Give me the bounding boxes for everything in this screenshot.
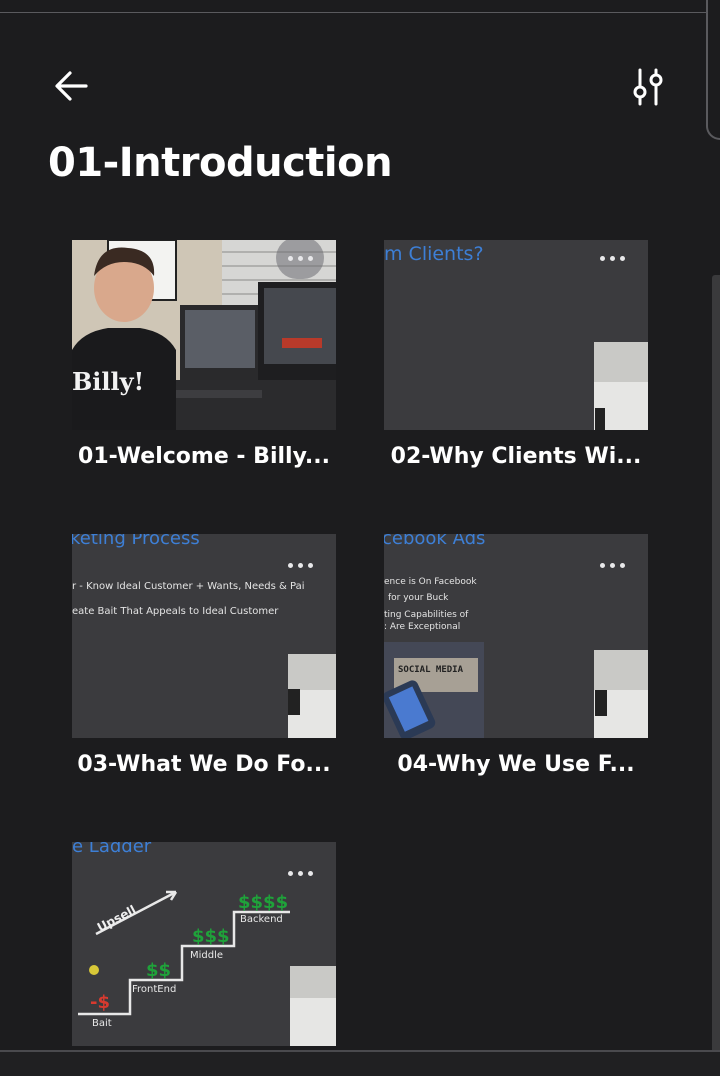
svg-text:for your Buck: for your Buck (388, 593, 449, 603)
back-button[interactable] (52, 66, 92, 106)
svg-text:Billy!: Billy! (72, 367, 144, 396)
video-card[interactable]: e Ladder Upsell -$ Bait $$ FrontEnd $$$ … (72, 842, 336, 1046)
svg-text:m Clients?: m Clients? (384, 243, 484, 265)
svg-text:-$: -$ (90, 992, 110, 1013)
top-divider (0, 12, 706, 13)
arrow-left-icon (55, 71, 88, 101)
svg-text:eate Bait That Appeals to Idea: eate Bait That Appeals to Ideal Customer (72, 606, 279, 617)
video-title[interactable]: 02-Why Clients Wi... (384, 444, 648, 469)
video-card[interactable]: cebook Ads ence is On Facebook for your … (384, 534, 648, 777)
filter-button[interactable] (626, 64, 670, 108)
svg-text:ting Capabilities of: ting Capabilities of (384, 610, 469, 620)
more-options-button[interactable] (276, 852, 324, 894)
more-options-button[interactable] (588, 240, 636, 279)
svg-text:e Ladder: e Ladder (72, 842, 152, 857)
more-horizontal-icon (287, 870, 313, 876)
sliders-icon (633, 68, 663, 106)
more-horizontal-icon (287, 255, 313, 261)
more-horizontal-icon (287, 562, 313, 568)
svg-text:SOCIAL MEDIA: SOCIAL MEDIA (398, 665, 464, 675)
more-options-button[interactable] (276, 544, 324, 586)
page-title: 01-Introduction (48, 140, 393, 186)
video-thumbnail[interactable]: Billy! (72, 240, 336, 430)
svg-text:Backend: Backend (240, 914, 283, 925)
svg-text:Bait: Bait (92, 1018, 112, 1029)
more-horizontal-icon (599, 255, 625, 261)
video-title[interactable]: 01-Welcome - Billy... (72, 444, 336, 469)
video-title[interactable]: 03-What We Do Fo... (72, 752, 336, 777)
video-card[interactable]: keting Process r - Know Ideal Customer +… (72, 534, 336, 777)
bottom-bar (0, 1052, 720, 1076)
svg-text:$$: $$ (146, 960, 171, 981)
video-thumbnail[interactable]: m Clients? (384, 240, 648, 430)
svg-text:$$$: $$$ (192, 926, 230, 947)
more-horizontal-icon (599, 562, 625, 568)
svg-text:keting Process: keting Process (72, 534, 200, 549)
video-card[interactable]: m Clients? 02-Why Clients Wi... (384, 240, 648, 469)
more-options-button[interactable] (588, 544, 636, 586)
svg-text:r - Know Ideal Customer + Want: r - Know Ideal Customer + Wants, Needs &… (72, 581, 304, 592)
scrollbar[interactable] (712, 275, 720, 1055)
svg-text:: Are Exceptional: : Are Exceptional (384, 622, 460, 632)
svg-text:ence is On Facebook: ence is On Facebook (384, 577, 477, 587)
more-options-button[interactable] (276, 240, 324, 279)
video-title[interactable]: 04-Why We Use F... (384, 752, 648, 777)
svg-text:FrontEnd: FrontEnd (132, 984, 176, 995)
video-thumbnail[interactable]: cebook Ads ence is On Facebook for your … (384, 534, 648, 738)
video-card[interactable]: Billy! 01-Welcome - Billy... (72, 240, 336, 469)
svg-text:cebook Ads: cebook Ads (384, 534, 485, 549)
video-thumbnail[interactable]: keting Process r - Know Ideal Customer +… (72, 534, 336, 738)
window-edge (706, 0, 720, 140)
svg-text:Middle: Middle (190, 950, 223, 961)
video-thumbnail[interactable]: e Ladder Upsell -$ Bait $$ FrontEnd $$$ … (72, 842, 336, 1046)
svg-text:$$$$: $$$$ (238, 892, 288, 913)
